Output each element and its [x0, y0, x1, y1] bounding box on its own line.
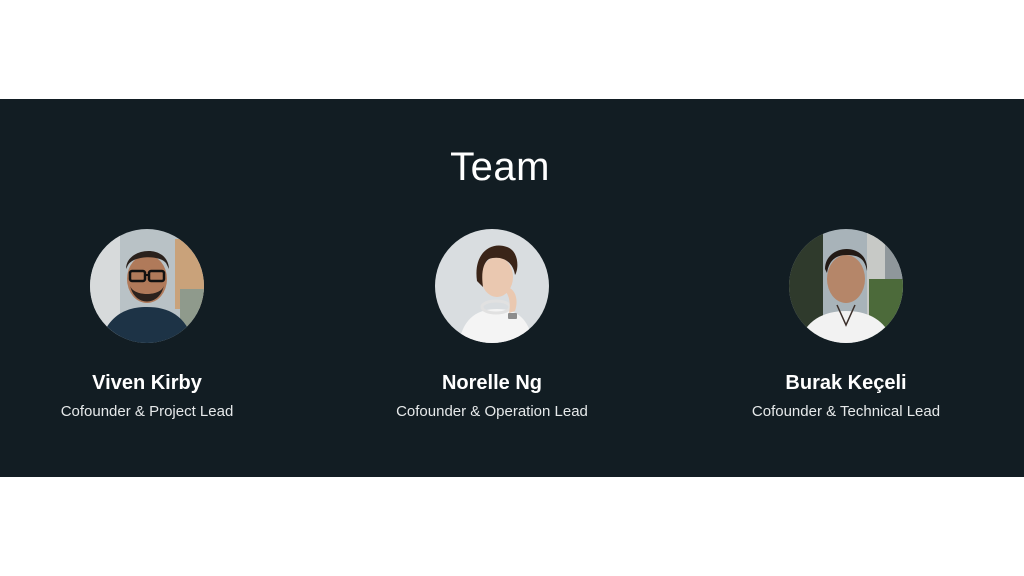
member-role: Cofounder & Technical Lead	[751, 403, 941, 420]
team-member-card: Norelle Ng Cofounder & Operation Lead	[372, 229, 612, 422]
team-section: Team Viven Kirby Cofounder & Project Lea…	[0, 99, 1024, 477]
avatar	[435, 229, 549, 343]
member-role: Cofounder & Operation Lead	[396, 403, 588, 420]
avatar	[90, 229, 204, 343]
member-role: Cofounder & Project Lead	[60, 403, 234, 420]
avatar	[789, 229, 903, 343]
team-member-card: Burak Keçeli Cofounder & Technical Lead	[726, 229, 966, 422]
member-name: Viven Kirby	[92, 372, 202, 394]
team-member-card: Viven Kirby Cofounder & Project Lead	[27, 229, 267, 422]
section-title: Team	[450, 145, 550, 189]
member-name: Norelle Ng	[441, 372, 543, 394]
member-name: Burak Keçeli	[785, 372, 907, 394]
